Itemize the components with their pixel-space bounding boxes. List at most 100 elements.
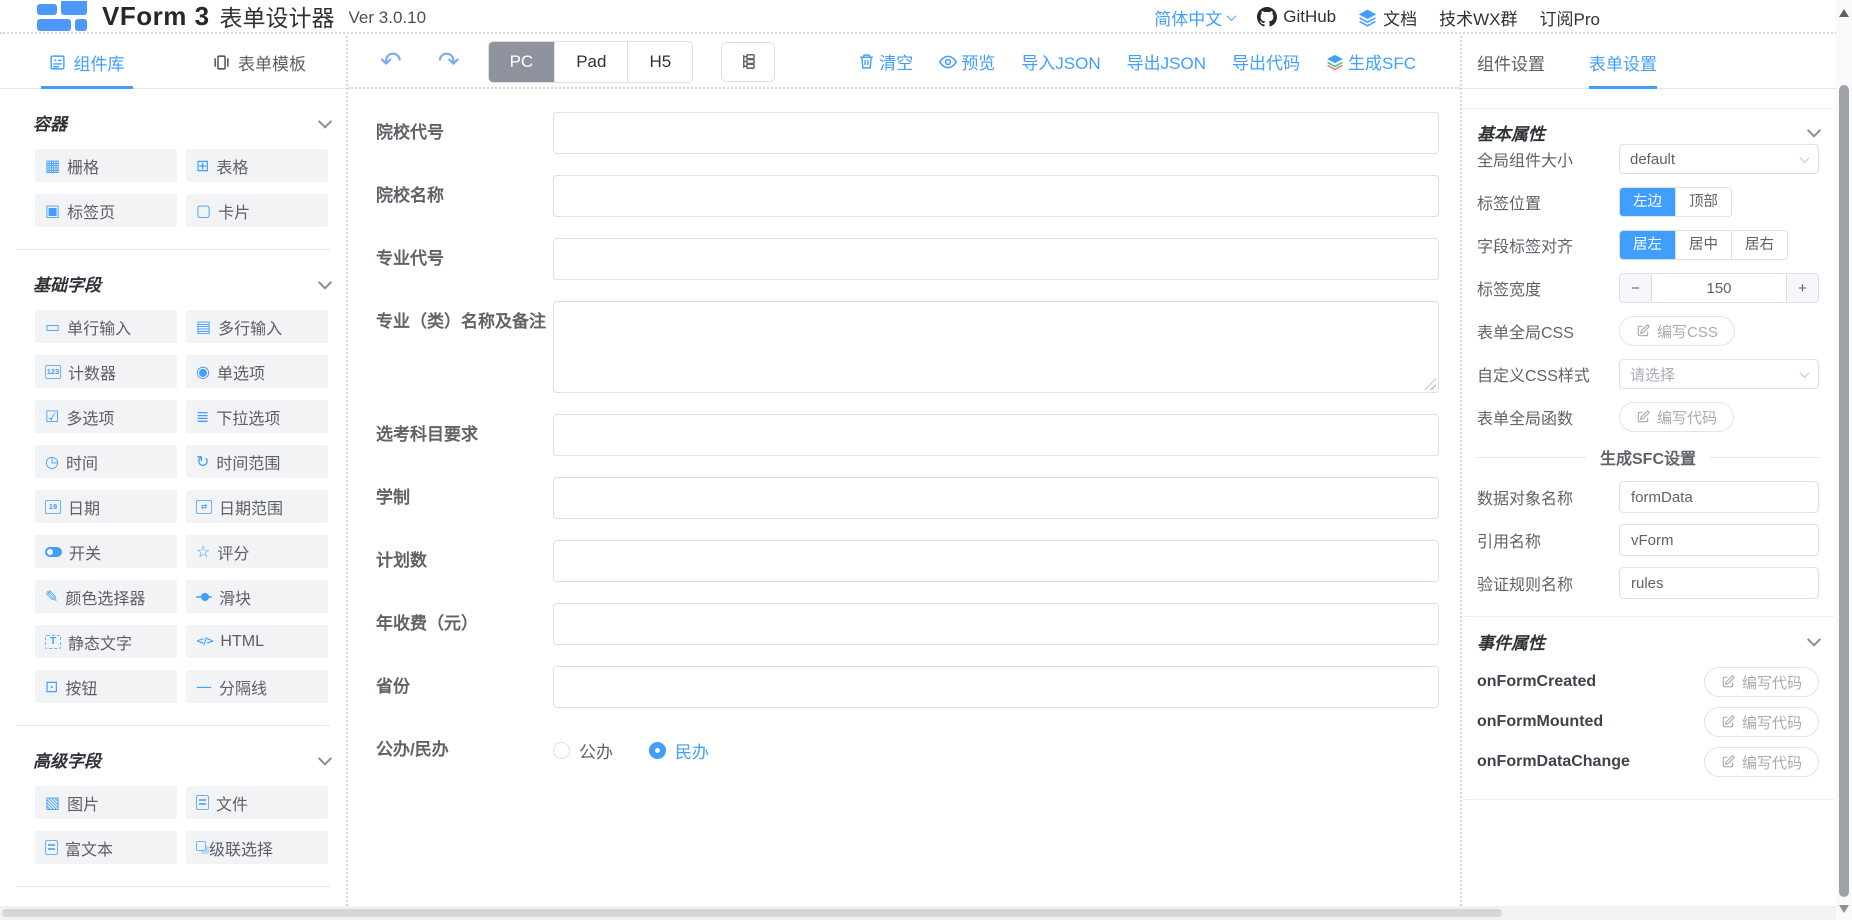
- form-field-row-专业（类）名称及备注[interactable]: 专业（类）名称及备注: [376, 301, 1439, 393]
- scroll-down-arrow-icon[interactable]: [1839, 905, 1849, 913]
- node-tree-button[interactable]: [721, 42, 775, 82]
- widget-item-单行输入[interactable]: ▭单行输入: [35, 310, 177, 343]
- text-input[interactable]: [553, 540, 1439, 582]
- text-input[interactable]: [553, 603, 1439, 645]
- widget-item-label: 评分: [217, 540, 249, 564]
- device-tab-pc[interactable]: PC: [489, 42, 555, 82]
- widget-item-日期范围[interactable]: ⇄日期范围: [186, 490, 328, 523]
- text-input[interactable]: [553, 666, 1439, 708]
- tab-form-settings[interactable]: 表单设置: [1589, 36, 1657, 88]
- widget-item-评分[interactable]: ☆评分: [186, 535, 328, 568]
- text-input[interactable]: [553, 414, 1439, 456]
- tab-widget-settings[interactable]: 组件设置: [1477, 36, 1545, 88]
- edit-functions-button[interactable]: 编写代码: [1619, 402, 1734, 432]
- segment-top[interactable]: 顶部: [1675, 188, 1731, 216]
- custom-css-select[interactable]: 请选择: [1619, 359, 1819, 389]
- widget-item-时间范围[interactable]: ↻时间范围: [186, 445, 328, 478]
- toolbar-action-清空[interactable]: 清空: [858, 49, 913, 74]
- radio-icon[interactable]: [553, 742, 570, 759]
- widget-item-下拉选项[interactable]: ≣下拉选项: [186, 400, 328, 433]
- widget-item-时间[interactable]: ◷时间: [35, 445, 177, 478]
- widget-item-静态文字[interactable]: T静态文字: [35, 625, 177, 658]
- edit-onformcreated-button[interactable]: 编写代码: [1704, 667, 1819, 697]
- scroll-up-arrow-icon[interactable]: [1839, 9, 1849, 17]
- widget-item-富文本[interactable]: 富文本: [35, 831, 177, 864]
- widget-item-表格[interactable]: ⊞表格: [186, 149, 328, 182]
- radio-option-公办[interactable]: 公办: [553, 738, 613, 763]
- radio-icon[interactable]: [649, 742, 666, 759]
- widget-item-按钮[interactable]: ⊡按钮: [35, 670, 177, 703]
- radio-option-民办[interactable]: 民办: [649, 738, 709, 763]
- form-field-row-省份[interactable]: 省份: [376, 666, 1439, 708]
- horizontal-scrollbar-thumb[interactable]: [2, 909, 1502, 917]
- event-props-header[interactable]: 事件属性: [1477, 629, 1819, 653]
- wx-group-link[interactable]: 技术WX群: [1439, 5, 1517, 30]
- edit-css-button[interactable]: 编写CSS: [1619, 316, 1735, 346]
- redo-icon[interactable]: ↷: [438, 49, 460, 75]
- form-field-row-院校名称[interactable]: 院校名称: [376, 175, 1439, 217]
- form-field-row-选考科目要求[interactable]: 选考科目要求: [376, 414, 1439, 456]
- toolbar-action-预览[interactable]: 预览: [939, 49, 995, 74]
- widget-item-HTML[interactable]: </>HTML: [186, 625, 328, 658]
- widget-item-图片[interactable]: ▧图片: [35, 786, 177, 819]
- widget-item-单选项[interactable]: ◉单选项: [186, 355, 328, 388]
- edit-onformmounted-button[interactable]: 编写代码: [1704, 707, 1819, 737]
- toolbar-action-导入JSON[interactable]: 导入JSON: [1021, 49, 1100, 74]
- rules-name-input[interactable]: rules: [1619, 567, 1819, 599]
- basic-props-header[interactable]: 基本属性: [1477, 120, 1819, 144]
- widget-item-计数器[interactable]: 123计数器: [35, 355, 177, 388]
- widget-item-日期[interactable]: 19日期: [35, 490, 177, 523]
- form-field-row-公办/民办[interactable]: 公办/民办公办民办: [376, 729, 1439, 771]
- widget-item-级联选择[interactable]: 级联选择: [186, 831, 328, 864]
- widget-item-开关[interactable]: 开关: [35, 535, 177, 568]
- github-link[interactable]: GitHub: [1257, 7, 1336, 27]
- undo-icon[interactable]: ↶: [380, 49, 402, 75]
- textarea-input[interactable]: [553, 301, 1439, 393]
- stepper-minus-button[interactable]: −: [1620, 274, 1652, 302]
- widget-item-多行输入[interactable]: ▤多行输入: [186, 310, 328, 343]
- widget-item-多选项[interactable]: ☑多选项: [35, 400, 177, 433]
- toolbar-action-导出JSON[interactable]: 导出JSON: [1127, 49, 1206, 74]
- data-object-input[interactable]: formData: [1619, 481, 1819, 513]
- stepper-value[interactable]: 150: [1652, 274, 1786, 302]
- section-header-基础字段[interactable]: 基础字段: [33, 250, 330, 296]
- widget-item-颜色选择器[interactable]: ✎颜色选择器: [35, 580, 177, 613]
- form-field-row-学制[interactable]: 学制: [376, 477, 1439, 519]
- segment-align-left[interactable]: 居左: [1620, 231, 1675, 259]
- edit-onformdatachange-button[interactable]: 编写代码: [1704, 747, 1819, 777]
- resize-handle[interactable]: [1424, 378, 1436, 390]
- segment-align-center[interactable]: 居中: [1675, 231, 1731, 259]
- form-field-row-计划数[interactable]: 计划数: [376, 540, 1439, 582]
- segment-left[interactable]: 左边: [1620, 188, 1675, 216]
- segment-align-right[interactable]: 居右: [1731, 231, 1787, 259]
- docs-link[interactable]: 文档: [1358, 5, 1417, 30]
- global-size-select[interactable]: default: [1619, 144, 1819, 174]
- device-tab-h5[interactable]: H5: [627, 42, 692, 82]
- toolbar-action-生成SFC[interactable]: 生成SFC: [1326, 49, 1416, 74]
- form-field-row-年收费（元）[interactable]: 年收费（元）: [376, 603, 1439, 645]
- subscribe-pro-link[interactable]: 订阅Pro: [1540, 5, 1600, 30]
- text-input[interactable]: [553, 238, 1439, 280]
- widget-item-滑块[interactable]: 滑块: [186, 580, 328, 613]
- stepper-plus-button[interactable]: +: [1786, 274, 1818, 302]
- device-tab-pad[interactable]: Pad: [554, 42, 627, 82]
- tab-form-templates[interactable]: 表单模板: [173, 36, 346, 88]
- tab-label: 组件库: [74, 50, 125, 75]
- widget-item-卡片[interactable]: ▢卡片: [186, 194, 328, 227]
- text-input[interactable]: [553, 477, 1439, 519]
- ref-name-input[interactable]: vForm: [1619, 524, 1819, 556]
- text-input[interactable]: [553, 175, 1439, 217]
- form-field-row-院校代号[interactable]: 院校代号: [376, 112, 1439, 154]
- widget-item-文件[interactable]: 文件: [186, 786, 328, 819]
- widget-item-分隔线[interactable]: —分隔线: [186, 670, 328, 703]
- widget-item-栅格[interactable]: ▦栅格: [35, 149, 177, 182]
- form-field-row-专业代号[interactable]: 专业代号: [376, 238, 1439, 280]
- section-header-容器[interactable]: 容器: [33, 89, 330, 135]
- language-selector[interactable]: 简体中文: [1154, 5, 1235, 30]
- widget-item-标签页[interactable]: ▣标签页: [35, 194, 177, 227]
- text-input[interactable]: [553, 112, 1439, 154]
- tab-widget-library[interactable]: 组件库: [0, 36, 173, 88]
- vertical-scrollbar-thumb[interactable]: [1839, 85, 1849, 897]
- toolbar-action-导出代码[interactable]: 导出代码: [1232, 49, 1300, 74]
- section-header-高级字段[interactable]: 高级字段: [33, 726, 330, 772]
